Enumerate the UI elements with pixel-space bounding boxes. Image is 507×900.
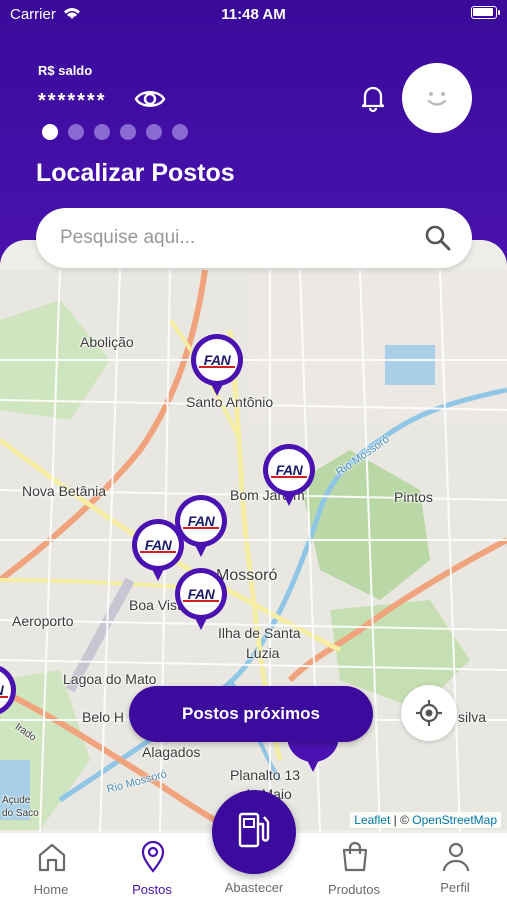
map-label: Pintos <box>394 489 433 505</box>
carousel-dot[interactable] <box>42 124 58 140</box>
user-icon <box>442 842 470 872</box>
leaflet-link[interactable]: Leaflet <box>354 813 390 827</box>
carousel-dots <box>42 124 188 140</box>
smiley-icon <box>427 92 447 106</box>
map-tiles <box>0 269 507 832</box>
tab-produtos[interactable]: Produtos <box>309 833 399 900</box>
station-pin[interactable]: FAN <box>189 332 245 398</box>
pin-face: FAN <box>137 524 179 566</box>
page-title: Localizar Postos <box>36 159 235 187</box>
crosshair-icon <box>416 700 442 726</box>
carousel-dot[interactable] <box>172 124 188 140</box>
pin-face: FAN <box>180 500 222 542</box>
station-pin[interactable]: FAN <box>173 566 229 632</box>
map-label: Nova Betânia <box>22 483 107 499</box>
map-label: Açude <box>2 795 31 806</box>
attribution-separator: | © <box>390 813 413 827</box>
avatar[interactable] <box>402 63 472 133</box>
tab-produtos-label: Produtos <box>327 882 381 897</box>
search-icon[interactable] <box>424 224 452 252</box>
tab-home-label: Home <box>33 882 69 897</box>
map-label: Lagoa do Mato <box>63 671 157 687</box>
fan-logo: FAN <box>183 513 219 529</box>
location-pin-icon <box>141 841 165 873</box>
map-label: Luzia <box>246 645 280 661</box>
carousel-dot[interactable] <box>120 124 136 140</box>
map-view[interactable]: Abolição Santo Antônio Bom Jardim Pintos… <box>0 240 507 832</box>
map-attribution: Leaflet | © OpenStreetMap <box>350 812 501 828</box>
map-label: Ilha de Santa <box>218 625 301 641</box>
fan-logo: FAN <box>183 586 219 602</box>
tab-perfil-label: Perfil <box>440 880 470 895</box>
map-label: Abolição <box>80 334 134 350</box>
pin-face: FAN <box>268 449 310 491</box>
abastecer-button[interactable] <box>212 790 296 874</box>
fan-logo: FAN <box>199 352 235 368</box>
fan-logo: FAN <box>271 462 307 478</box>
balance-label: R$ saldo <box>38 63 93 78</box>
map-label: Aeroporto <box>12 613 74 629</box>
status-bar: Carrier 11:48 AM <box>0 0 507 28</box>
tab-postos[interactable]: Postos <box>107 833 197 900</box>
nearby-stations-button[interactable]: Postos próximos <box>129 686 373 742</box>
map-label: Belo H <box>82 709 125 725</box>
pin-face: FAN <box>180 573 222 615</box>
map-label: Alagados <box>142 744 201 760</box>
clock: 11:48 AM <box>221 6 286 23</box>
search-bar[interactable]: Pesquise aqui... <box>36 208 472 268</box>
shopping-bag-icon <box>342 841 368 872</box>
osm-link[interactable]: OpenStreetMap <box>412 813 497 827</box>
search-input[interactable]: Pesquise aqui... <box>60 227 195 249</box>
carousel-dot[interactable] <box>94 124 110 140</box>
tab-perfil[interactable]: Perfil <box>410 833 500 900</box>
carousel-dot[interactable] <box>146 124 162 140</box>
tab-postos-label: Postos <box>132 882 172 897</box>
station-pin[interactable]: FAN <box>0 662 18 728</box>
balance-value: ******* <box>38 90 107 112</box>
map-label: silva <box>458 709 487 725</box>
fan-logo: FAN <box>140 537 176 553</box>
map-label: do Saco <box>2 808 39 819</box>
tab-home[interactable]: Home <box>6 833 96 900</box>
battery-icon <box>471 6 500 19</box>
bell-icon[interactable] <box>357 82 389 114</box>
carousel-dot[interactable] <box>68 124 84 140</box>
fuel-pump-icon <box>238 812 270 848</box>
locate-me-button[interactable] <box>401 685 457 741</box>
pin-face: FAN <box>196 339 238 381</box>
fan-logo: FAN <box>0 682 8 698</box>
eye-icon[interactable] <box>134 86 166 112</box>
tab-abastecer-label: Abastecer <box>224 880 284 895</box>
home-icon <box>38 843 66 872</box>
station-pin[interactable]: FAN <box>261 442 317 508</box>
